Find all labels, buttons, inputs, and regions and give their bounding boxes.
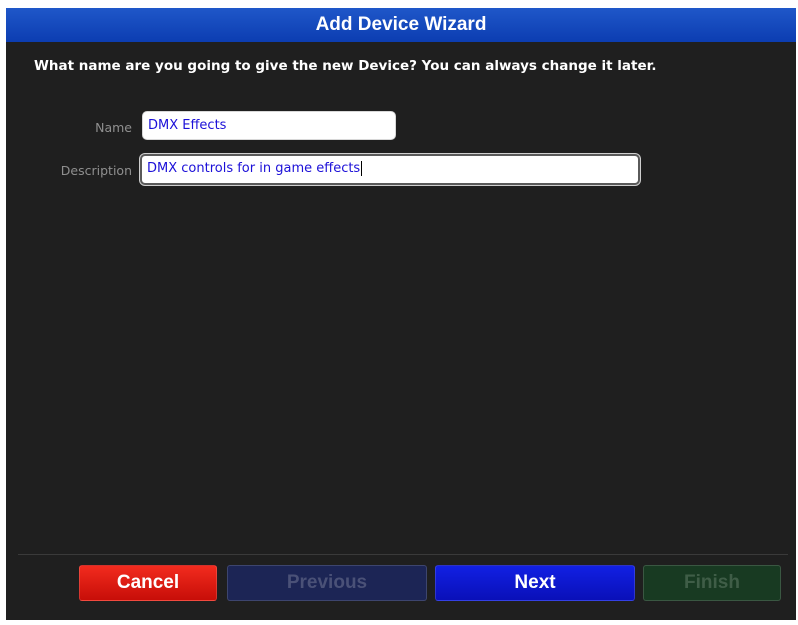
- wizard-prompt: What name are you going to give the new …: [34, 58, 657, 74]
- description-field-value: DMX controls for in game effects: [147, 161, 361, 176]
- add-device-wizard-dialog: Add Device Wizard What name are you goin…: [6, 8, 796, 620]
- footer-divider: [18, 554, 788, 555]
- previous-button[interactable]: Previous: [227, 565, 427, 601]
- description-label: Description: [60, 163, 132, 178]
- name-field[interactable]: DMX Effects: [142, 111, 396, 140]
- text-caret: [361, 161, 363, 176]
- cancel-button[interactable]: Cancel: [79, 565, 217, 601]
- finish-button[interactable]: Finish: [643, 565, 781, 601]
- dialog-title: Add Device Wizard: [6, 8, 796, 42]
- description-field[interactable]: DMX controls for in game effects: [140, 154, 640, 185]
- name-label: Name: [95, 120, 132, 135]
- next-button[interactable]: Next: [435, 565, 635, 601]
- name-field-value: DMX Effects: [148, 118, 227, 133]
